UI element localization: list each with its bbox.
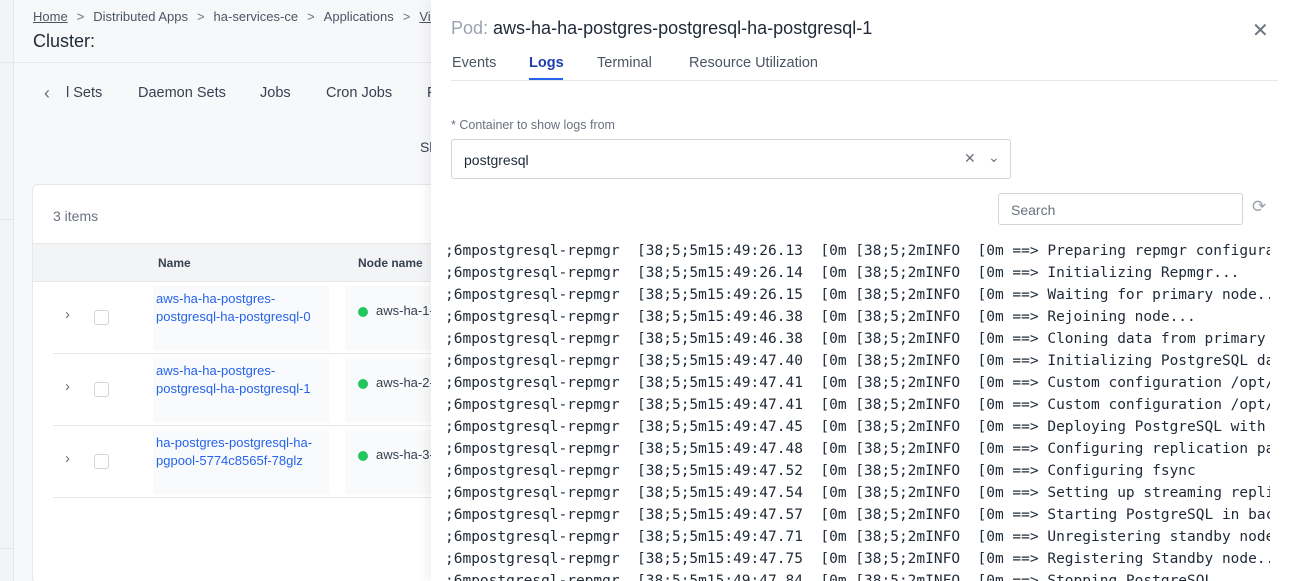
log-line: ;6mpostgresql-repmgr [38;5;5m15:49:47.45… xyxy=(445,419,1266,435)
tab-stateful-sets[interactable]: l Sets xyxy=(66,85,102,101)
row-checkbox[interactable] xyxy=(94,382,109,397)
tab-terminal[interactable]: Terminal xyxy=(597,55,652,71)
pod-drawer: Pod: aws-ha-ha-postgres-postgresql-ha-po… xyxy=(431,0,1298,581)
log-line: ;6mpostgresql-repmgr [38;5;5m15:49:47.84… xyxy=(445,573,1240,581)
tab-cron-jobs[interactable]: Cron Jobs xyxy=(326,85,392,101)
rail-divider xyxy=(0,219,14,220)
log-line: ;6mpostgresql-repmgr [38;5;5m15:49:47.41… xyxy=(445,375,1270,391)
left-rail xyxy=(0,0,14,581)
tab-resource-utilization[interactable]: Resource Utilization xyxy=(689,55,818,71)
workload-tabs: ‹ l Sets Daemon Sets Jobs Cron Jobs F xyxy=(14,78,436,110)
log-line: ;6mpostgresql-repmgr [38;5;5m15:49:26.13… xyxy=(445,243,1270,259)
breadcrumb-separator: > xyxy=(307,9,315,24)
table-header: Name Node name xyxy=(33,243,453,282)
column-header-node[interactable]: Node name xyxy=(358,256,423,270)
log-line: ;6mpostgresql-repmgr [38;5;5m15:49:47.41… xyxy=(445,397,1270,413)
chevron-down-icon[interactable]: ⌄ xyxy=(988,149,1000,166)
log-line: ;6mpostgresql-repmgr [38;5;5m15:49:46.38… xyxy=(445,309,1196,325)
tab-daemon-sets[interactable]: Daemon Sets xyxy=(138,85,226,101)
log-line: ;6mpostgresql-repmgr [38;5;5m15:49:46.38… xyxy=(445,331,1266,347)
pod-name-link[interactable]: aws-ha-ha-postgres-postgresql-ha-postgre… xyxy=(156,290,326,326)
rail-divider xyxy=(0,548,14,549)
breadcrumb-ha-services[interactable]: ha-services-ce xyxy=(214,9,299,24)
items-count: 3 items xyxy=(53,208,99,224)
chevron-left-icon[interactable]: ‹ xyxy=(44,83,50,104)
expand-chevron-icon[interactable]: › xyxy=(65,378,70,395)
status-dot-icon xyxy=(358,307,368,317)
tab-events[interactable]: Events xyxy=(452,55,496,71)
row-checkbox[interactable] xyxy=(94,310,109,325)
drawer-title: Pod: aws-ha-ha-postgres-postgresql-ha-po… xyxy=(451,18,872,39)
pod-name-link[interactable]: aws-ha-ha-postgres-postgresql-ha-postgre… xyxy=(156,362,326,398)
log-line: ;6mpostgresql-repmgr [38;5;5m15:49:47.40… xyxy=(445,353,1270,369)
active-tab-indicator xyxy=(529,78,563,80)
breadcrumb-separator: > xyxy=(76,9,85,24)
breadcrumb: Home > Distributed Apps > ha-services-ce > App… xyxy=(33,9,439,24)
breadcrumb-applications[interactable]: Applications xyxy=(324,9,394,24)
clear-icon[interactable]: ✕ xyxy=(964,150,976,167)
pods-table-card: 3 items Name Node name › aws-ha-ha-postg… xyxy=(32,184,453,581)
log-search-input[interactable]: Search xyxy=(998,193,1243,225)
table-row: › aws-ha-ha-postgres-postgresql-ha-postg… xyxy=(53,282,453,354)
page-title: Cluster: xyxy=(33,31,96,51)
container-select[interactable]: postgresql ✕ ⌄ xyxy=(451,139,1011,179)
expand-chevron-icon[interactable]: › xyxy=(65,306,70,323)
node-name: aws-ha-1-223.ca xyxy=(376,303,436,318)
log-line: ;6mpostgresql-repmgr [38;5;5m15:49:47.75… xyxy=(445,551,1270,567)
row-checkbox[interactable] xyxy=(94,454,109,469)
tab-jobs[interactable]: Jobs xyxy=(260,85,291,101)
container-label: * Container to show logs from xyxy=(451,118,615,132)
log-line: ;6mpostgresql-repmgr [38;5;5m15:49:47.48… xyxy=(445,441,1270,457)
log-line: ;6mpostgresql-repmgr [38;5;5m15:49:47.54… xyxy=(445,485,1270,501)
log-line: ;6mpostgresql-repmgr [38;5;5m15:49:47.52… xyxy=(445,463,1196,479)
container-select-value: postgresql xyxy=(464,152,529,168)
drawer-tabs: Events Logs Terminal Resource Utilizatio… xyxy=(451,52,1278,81)
rail-divider xyxy=(0,62,14,63)
column-header-name[interactable]: Name xyxy=(158,256,191,270)
breadcrumb-separator: > xyxy=(402,9,411,24)
status-dot-icon xyxy=(358,379,368,389)
log-output: ;6mpostgresql-repmgr [38;5;5m15:49:26.13… xyxy=(445,240,1270,581)
log-line: ;6mpostgresql-repmgr [38;5;5m15:49:26.15… xyxy=(445,287,1270,303)
drawer-title-prefix: Pod: xyxy=(451,18,489,38)
breadcrumb-distributed-apps[interactable]: Distributed Apps xyxy=(93,9,188,24)
log-line: ;6mpostgresql-repmgr [38;5;5m15:49:47.57… xyxy=(445,507,1270,523)
pod-name-link[interactable]: ha-postgres-postgresql-ha-pgpool-5774c85… xyxy=(156,434,326,470)
status-dot-icon xyxy=(358,451,368,461)
table-row: › ha-postgres-postgresql-ha-pgpool-5774c… xyxy=(53,426,453,498)
cluster-page: Home > Distributed Apps > ha-services-ce > App… xyxy=(14,0,453,581)
breadcrumb-separator: > xyxy=(196,9,205,24)
refresh-icon[interactable]: ⟳ xyxy=(1252,197,1266,217)
close-icon[interactable]: ✕ xyxy=(1252,18,1269,43)
node-name: aws-ha-3-233.c xyxy=(376,447,436,462)
log-line: ;6mpostgresql-repmgr [38;5;5m15:49:26.14… xyxy=(445,265,1240,281)
log-line: ;6mpostgresql-repmgr [38;5;5m15:49:47.71… xyxy=(445,529,1270,545)
search-placeholder: Search xyxy=(1011,202,1056,218)
pod-name: aws-ha-ha-postgres-postgresql-ha-postgre… xyxy=(493,18,873,38)
node-name: aws-ha-2-203.ca xyxy=(376,375,436,390)
expand-chevron-icon[interactable]: › xyxy=(65,450,70,467)
tab-logs[interactable]: Logs xyxy=(529,55,564,71)
table-row: › aws-ha-ha-postgres-postgresql-ha-postg… xyxy=(53,354,453,426)
header-divider xyxy=(14,62,434,63)
breadcrumb-home[interactable]: Home xyxy=(33,9,68,24)
